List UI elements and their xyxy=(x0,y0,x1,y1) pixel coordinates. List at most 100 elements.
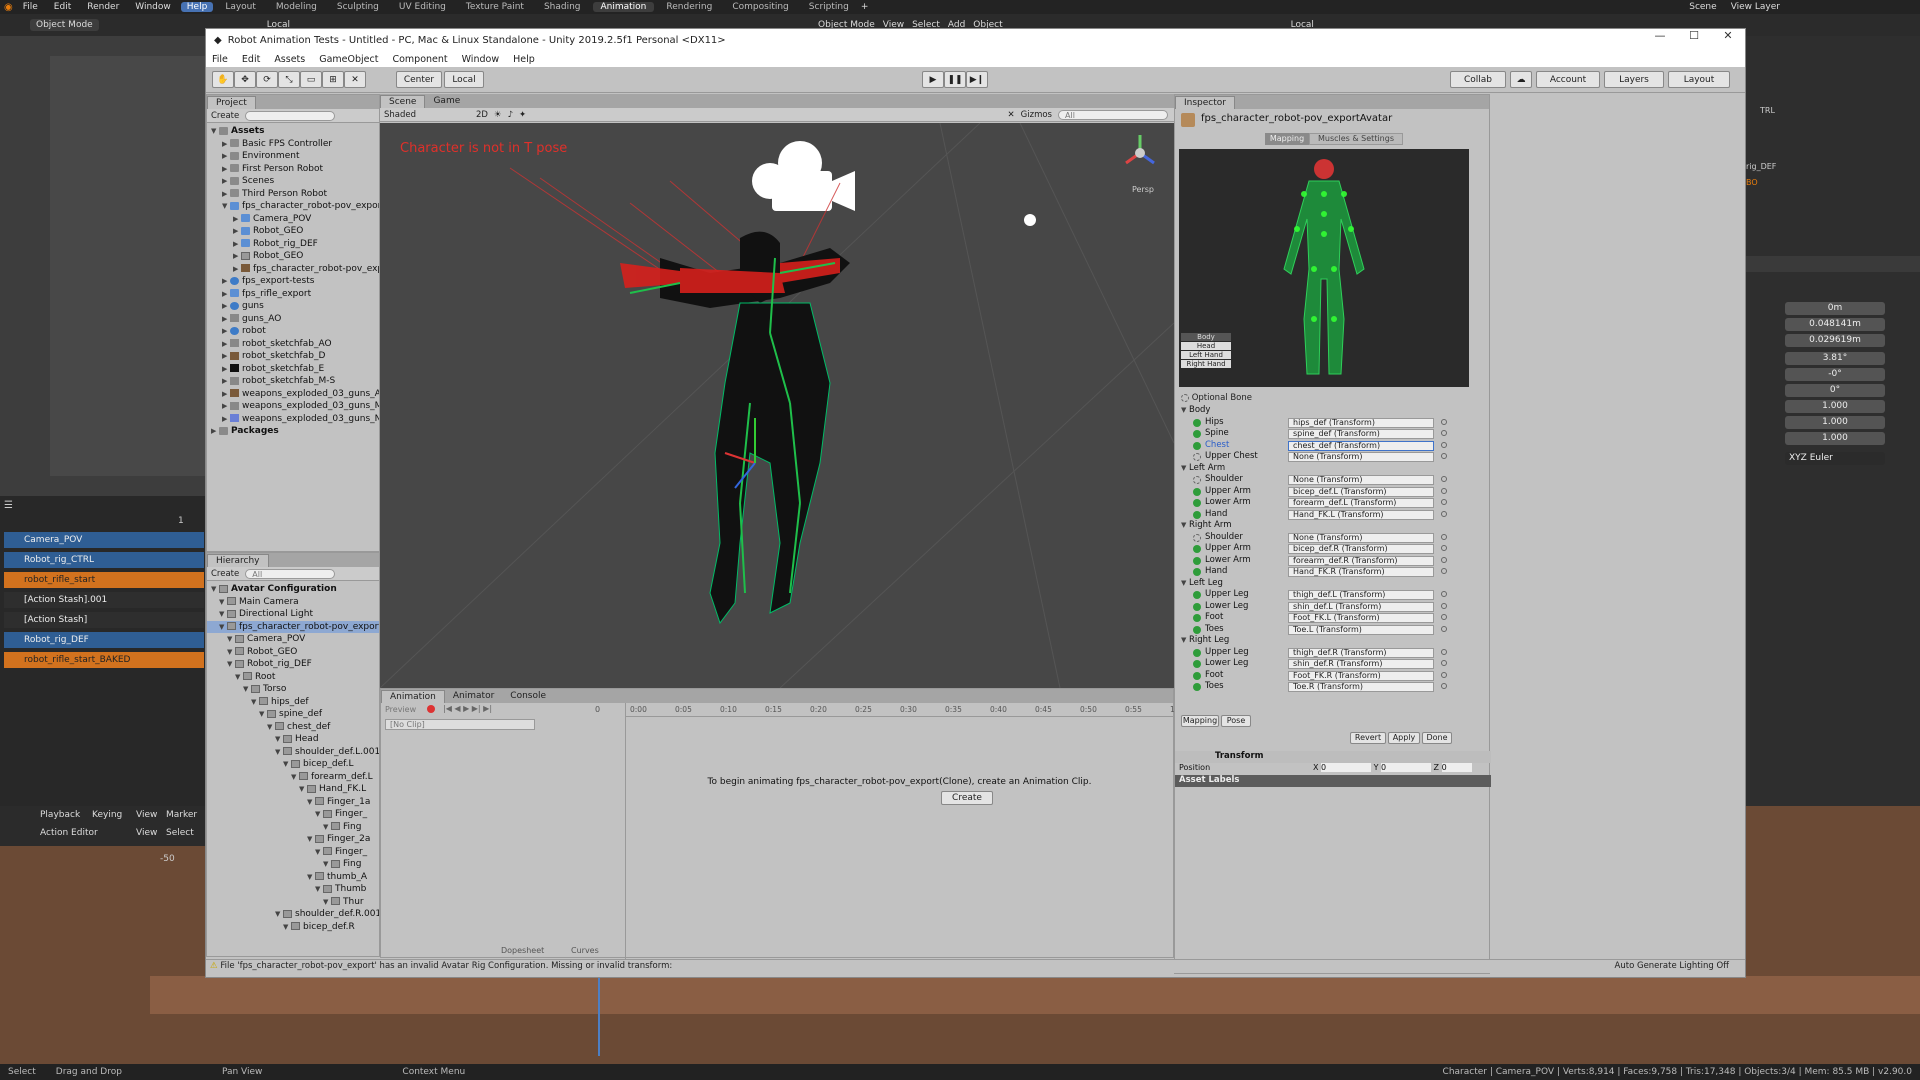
expand-arrow-icon[interactable]: ▶ xyxy=(222,150,230,163)
expand-arrow-icon[interactable]: ▼ xyxy=(323,896,331,909)
menu-component[interactable]: Component xyxy=(392,54,447,65)
expand-arrow-icon[interactable]: ▼ xyxy=(1181,463,1189,475)
ws-scripting[interactable]: Scripting xyxy=(801,2,857,12)
project-item[interactable]: ▶ Third Person Robot xyxy=(207,188,379,201)
audio-toggle-icon[interactable]: ♪ xyxy=(508,110,513,120)
hierarchy-item[interactable]: ▼ Robot_rig_DEF xyxy=(207,658,379,671)
object-picker-icon[interactable] xyxy=(1441,568,1447,574)
tab-hierarchy[interactable]: Hierarchy xyxy=(207,554,269,567)
expand-arrow-icon[interactable]: ▶ xyxy=(222,163,230,176)
bone-transform-field[interactable]: bicep_def.L (Transform) xyxy=(1288,486,1434,497)
blender-menu-file[interactable]: File xyxy=(17,2,44,12)
outliner-row[interactable]: Robot_rig_DEF xyxy=(4,632,204,648)
menu-file[interactable]: File xyxy=(212,54,228,65)
ws-animation[interactable]: Animation xyxy=(592,2,655,12)
hierarchy-item[interactable]: ▼ Avatar Configuration xyxy=(207,583,379,596)
part-tab-head[interactable]: Head xyxy=(1181,342,1231,350)
tab-muscles-settings[interactable]: Muscles & Settings xyxy=(1309,133,1403,145)
expand-arrow-icon[interactable]: ▼ xyxy=(235,671,243,684)
pose-dropdown[interactable]: Pose xyxy=(1221,715,1251,727)
hierarchy-item[interactable]: ▼ Thur xyxy=(207,896,379,909)
expand-arrow-icon[interactable]: ▶ xyxy=(222,388,230,401)
bone-transform-field[interactable]: Hand_FK.L (Transform) xyxy=(1288,509,1434,520)
bone-group-header[interactable]: ▼ Body xyxy=(1175,405,1491,417)
expand-arrow-icon[interactable]: ▶ xyxy=(222,288,230,301)
expand-arrow-icon[interactable]: ▶ xyxy=(222,275,230,288)
hierarchy-item[interactable]: ▼ bicep_def.R xyxy=(207,921,379,934)
object-picker-icon[interactable] xyxy=(1441,671,1447,678)
expand-arrow-icon[interactable]: ▼ xyxy=(222,200,230,213)
action-editor-mode[interactable]: Action Editor xyxy=(40,828,98,838)
create-clip-button[interactable]: Create xyxy=(941,791,993,805)
project-item[interactable]: ▶ robot_sketchfab_AO xyxy=(207,338,379,351)
hierarchy-item[interactable]: ▼ shoulder_def.R.001 xyxy=(207,908,379,921)
shading-dropdown[interactable]: Shaded xyxy=(384,110,470,120)
outliner-row[interactable]: robot_rifle_start_BAKED xyxy=(4,652,204,668)
expand-arrow-icon[interactable]: ▼ xyxy=(291,771,299,784)
expand-arrow-icon[interactable]: ▶ xyxy=(211,425,219,438)
ws-layout[interactable]: Layout xyxy=(217,2,264,12)
ws-uv-editing[interactable]: UV Editing xyxy=(391,2,454,12)
expand-arrow-icon[interactable]: ▼ xyxy=(251,696,259,709)
expand-arrow-icon[interactable]: ▼ xyxy=(275,746,283,759)
transform-tool-icon[interactable]: ⊞ xyxy=(322,71,344,88)
bone-transform-field[interactable]: forearm_def.R (Transform) xyxy=(1288,555,1434,566)
expand-arrow-icon[interactable]: ▶ xyxy=(222,138,230,151)
bone-transform-field[interactable]: chest_def (Transform) xyxy=(1288,440,1434,451)
outliner-row[interactable]: [Action Stash].001 xyxy=(4,592,204,608)
blender-left-viewport[interactable] xyxy=(0,36,205,496)
project-item[interactable]: ▶ Environment xyxy=(207,150,379,163)
playback-menu[interactable]: Playback xyxy=(40,810,80,820)
object-picker-icon[interactable] xyxy=(1441,418,1447,425)
hierarchy-item[interactable]: ▼ Thumb xyxy=(207,883,379,896)
object-picker-icon[interactable] xyxy=(1441,648,1447,655)
object-picker-icon[interactable] xyxy=(1441,683,1447,689)
project-item[interactable]: ▶ robot_sketchfab_M-S xyxy=(207,375,379,388)
tab-animation[interactable]: Animation xyxy=(381,690,445,703)
record-icon[interactable] xyxy=(427,705,435,713)
layout-dropdown[interactable]: Layout xyxy=(1668,71,1730,88)
menu-window[interactable]: Window xyxy=(462,54,499,65)
persp-label[interactable]: Persp xyxy=(1132,185,1154,194)
cloud-icon[interactable]: ☁ xyxy=(1510,71,1532,88)
blender-logo-icon[interactable]: ◉ xyxy=(4,2,13,13)
object-picker-icon[interactable] xyxy=(1441,510,1447,517)
blender-menu-window[interactable]: Window xyxy=(129,2,177,12)
hierarchy-item[interactable]: ▼ chest_def xyxy=(207,721,379,734)
hierarchy-item[interactable]: ▼ Finger_1a xyxy=(207,796,379,809)
hierarchy-item[interactable]: ▼ hips_def xyxy=(207,696,379,709)
expand-arrow-icon[interactable]: ▶ xyxy=(222,313,230,326)
expand-arrow-icon[interactable]: ▶ xyxy=(222,325,230,338)
part-tab-right-hand[interactable]: Right Hand xyxy=(1181,360,1231,368)
project-item[interactable]: ▶ fps_export-tests xyxy=(207,275,379,288)
object-picker-icon[interactable] xyxy=(1441,591,1447,597)
project-item[interactable]: ▶ Basic FPS Controller xyxy=(207,138,379,151)
bone-transform-field[interactable]: Toe.L (Transform) xyxy=(1288,624,1434,635)
project-item[interactable]: ▶ Robot_GEO xyxy=(207,225,379,238)
expand-arrow-icon[interactable]: ▼ xyxy=(323,821,331,834)
outliner-row[interactable]: Robot_rig_CTRL xyxy=(4,552,204,568)
menu-gameobject[interactable]: GameObject xyxy=(319,54,378,65)
pivot-local-button[interactable]: Local xyxy=(444,71,484,88)
expand-arrow-icon[interactable]: ▼ xyxy=(227,658,235,671)
outliner-row[interactable]: Camera_POV xyxy=(4,532,204,548)
outliner-row[interactable]: robot_rifle_start xyxy=(4,572,204,588)
collab-button[interactable]: Collab xyxy=(1450,71,1506,88)
blender-menu-render[interactable]: Render xyxy=(81,2,125,12)
project-item[interactable]: ▶ fps_rifle_export xyxy=(207,288,379,301)
tab-inspector[interactable]: Inspector xyxy=(1175,96,1235,109)
mode-2d-button[interactable]: 2D xyxy=(476,110,488,120)
hierarchy-item[interactable]: ▼ bicep_def.L xyxy=(207,758,379,771)
expand-arrow-icon[interactable]: ▼ xyxy=(219,621,227,634)
project-item[interactable]: ▶ First Person Robot xyxy=(207,163,379,176)
project-item[interactable]: ▶ weapons_exploded_03_guns_AlbedoTra xyxy=(207,388,379,401)
bone-group-header[interactable]: ▼ Right Arm xyxy=(1175,520,1491,532)
gizmos-dropdown[interactable]: Gizmos xyxy=(1021,110,1052,120)
expand-arrow-icon[interactable]: ▼ xyxy=(283,758,291,771)
project-item[interactable]: ▼ Assets xyxy=(207,125,379,138)
expand-arrow-icon[interactable]: ▶ xyxy=(222,363,230,376)
expand-arrow-icon[interactable]: ▼ xyxy=(315,883,323,896)
preview-toggle[interactable]: Preview xyxy=(385,705,416,714)
expand-arrow-icon[interactable]: ▶ xyxy=(233,225,241,238)
project-item[interactable]: ▶ weapons_exploded_03_guns_Normal xyxy=(207,413,379,426)
